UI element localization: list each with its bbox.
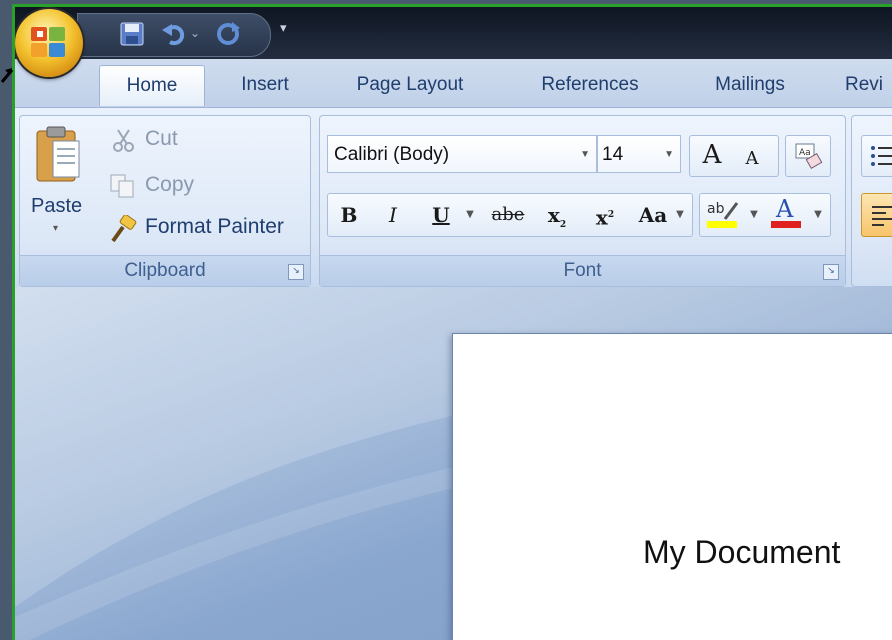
clipboard-launcher-icon[interactable]: ↘	[288, 264, 304, 280]
font-group-label: Font	[320, 255, 845, 286]
change-case-button[interactable]: Aa	[633, 195, 673, 235]
bold-button[interactable]: B	[331, 195, 367, 235]
tab-references[interactable]: References	[515, 65, 665, 105]
change-case-dropdown-icon[interactable]: ▼	[673, 195, 687, 235]
bullets-icon	[870, 144, 892, 172]
format-painter-icon	[109, 214, 139, 249]
svg-text:ab: ab	[707, 201, 725, 217]
superscript-button[interactable]: x2	[587, 195, 623, 235]
office-button[interactable]	[15, 9, 83, 77]
undo-icon[interactable]	[160, 20, 188, 52]
format-painter-button[interactable]: Format Painter	[145, 215, 284, 239]
cut-button[interactable]: Cut	[145, 127, 178, 151]
tab-review[interactable]: Revi	[845, 65, 892, 105]
font-launcher-icon[interactable]: ↘	[823, 264, 839, 280]
clipboard-group-label: Clipboard	[20, 255, 310, 286]
paste-button[interactable]: Paste	[31, 195, 82, 218]
paste-icon[interactable]	[35, 125, 81, 187]
subscript-button[interactable]: x2	[539, 195, 575, 235]
underline-button[interactable]: U	[423, 195, 459, 235]
font-size-combo[interactable]: 14 ▼	[597, 135, 681, 173]
pointer-arrow-icon	[0, 66, 14, 88]
tab-insert[interactable]: Insert	[219, 65, 311, 105]
font-name-value: Calibri (Body)	[334, 144, 450, 165]
document-page[interactable]: My Document	[452, 333, 892, 640]
highlight-icon[interactable]: ab	[705, 197, 741, 235]
customize-qat-icon[interactable]: ▾	[280, 21, 287, 36]
font-name-combo[interactable]: Calibri (Body) ▼	[327, 135, 597, 173]
save-icon[interactable]	[118, 20, 146, 52]
strikethrough-button[interactable]: abe	[485, 195, 531, 235]
copy-button[interactable]: Copy	[145, 173, 194, 197]
subscript-label: x	[547, 203, 560, 227]
bullets-button[interactable]	[861, 135, 892, 177]
italic-button[interactable]: I	[375, 195, 411, 235]
quick-access-toolbar: ⌄	[77, 13, 271, 57]
svg-text:A: A	[775, 197, 794, 223]
cut-icon	[111, 127, 137, 157]
copy-icon	[109, 173, 137, 203]
paste-dropdown-icon[interactable]: ▾	[53, 223, 58, 234]
tab-home[interactable]: Home	[99, 65, 205, 106]
font-name-dropdown-icon[interactable]: ▼	[580, 136, 590, 174]
tab-mailings[interactable]: Mailings	[695, 65, 805, 105]
undo-dropdown-icon[interactable]: ⌄	[190, 26, 200, 40]
superscript-label: x	[595, 205, 608, 230]
clear-formatting-icon: Aa	[794, 142, 824, 174]
align-left-button[interactable]	[861, 193, 892, 237]
font-size-value: 14	[602, 144, 624, 165]
word-window: ⌄ ▾ Home Insert Page Layout References M…	[12, 4, 892, 640]
svg-text:Aa: Aa	[799, 148, 811, 158]
redo-icon[interactable]	[214, 20, 242, 52]
underline-dropdown-icon[interactable]: ▼	[463, 195, 477, 235]
shrink-font-button[interactable]: A	[735, 139, 769, 179]
grow-font-button[interactable]: A	[695, 135, 729, 175]
align-left-icon	[870, 204, 892, 230]
font-color-dropdown-icon[interactable]: ▼	[811, 195, 825, 235]
document-text[interactable]: My Document	[643, 534, 840, 571]
font-color-icon[interactable]: A	[769, 195, 805, 235]
highlight-dropdown-icon[interactable]: ▼	[747, 195, 761, 235]
clear-formatting-button[interactable]: Aa	[785, 135, 831, 177]
font-size-dropdown-icon[interactable]: ▼	[664, 136, 674, 174]
tab-page-layout[interactable]: Page Layout	[335, 65, 485, 105]
office-logo-icon	[27, 21, 71, 69]
